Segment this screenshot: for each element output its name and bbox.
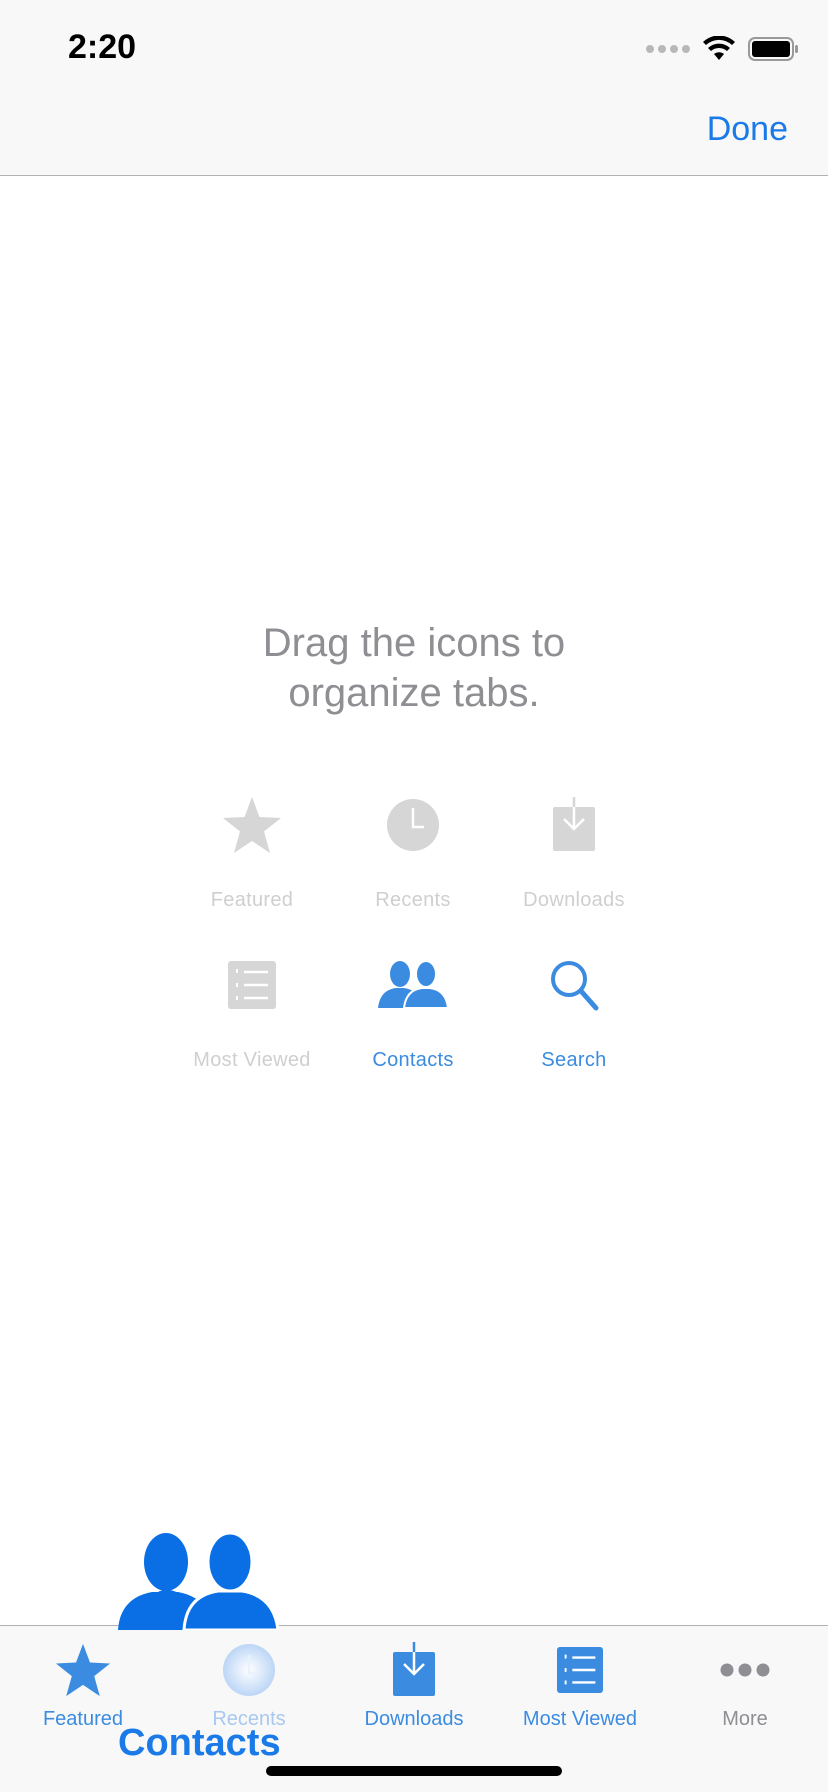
dragged-contacts-icon[interactable] — [118, 1530, 298, 1630]
navigation-bar: Done — [0, 92, 828, 176]
battery-icon — [748, 37, 798, 61]
home-indicator — [266, 1766, 562, 1776]
status-icons — [646, 36, 798, 62]
instructions-line-2: organize tabs. — [288, 671, 540, 715]
tab-most-viewed[interactable]: Most Viewed — [497, 1626, 663, 1746]
grid-item-search[interactable]: Search — [494, 945, 654, 1072]
grid-item-label: Featured — [210, 889, 294, 911]
grid-item-featured[interactable]: Featured — [172, 785, 332, 912]
star-icon — [55, 1643, 111, 1697]
done-button[interactable]: Done — [707, 110, 788, 149]
tab-more[interactable]: More — [662, 1626, 828, 1746]
search-icon — [551, 961, 599, 1011]
clock-icon — [387, 799, 439, 851]
grid-item-label: Recents — [375, 889, 451, 911]
more-icon — [720, 1663, 770, 1677]
grid-item-contacts[interactable]: Contacts — [333, 945, 493, 1072]
tab-label: More — [722, 1708, 768, 1730]
download-icon — [553, 797, 595, 851]
grid-item-label: Contacts — [372, 1049, 454, 1071]
tab-label: Most Viewed — [522, 1708, 638, 1730]
download-icon — [393, 1642, 435, 1696]
star-icon — [223, 797, 281, 853]
clock-icon — [223, 1644, 275, 1696]
grid-item-recents[interactable]: Recents — [333, 785, 493, 912]
wifi-icon — [703, 36, 735, 60]
instructions-text: Drag the icons to organize tabs. — [0, 618, 828, 718]
grid-item-label: Downloads — [523, 889, 625, 911]
grid-item-label: Search — [541, 1049, 607, 1071]
instructions-line-1: Drag the icons to — [262, 621, 566, 665]
list-icon — [228, 961, 276, 1009]
signal-icon — [646, 45, 690, 53]
list-icon — [557, 1647, 603, 1693]
tab-label: Downloads — [364, 1708, 464, 1730]
status-time: 2:20 — [68, 28, 137, 66]
contacts-icon — [378, 960, 448, 1009]
grid-item-most-viewed[interactable]: Most Viewed — [172, 945, 332, 1072]
dragged-contacts-label: Contacts — [118, 1722, 281, 1764]
grid-item-label: Most Viewed — [193, 1049, 311, 1071]
tab-downloads[interactable]: Downloads — [331, 1626, 497, 1746]
grid-item-downloads[interactable]: Downloads — [494, 785, 654, 912]
status-bar: 2:20 — [0, 0, 828, 92]
